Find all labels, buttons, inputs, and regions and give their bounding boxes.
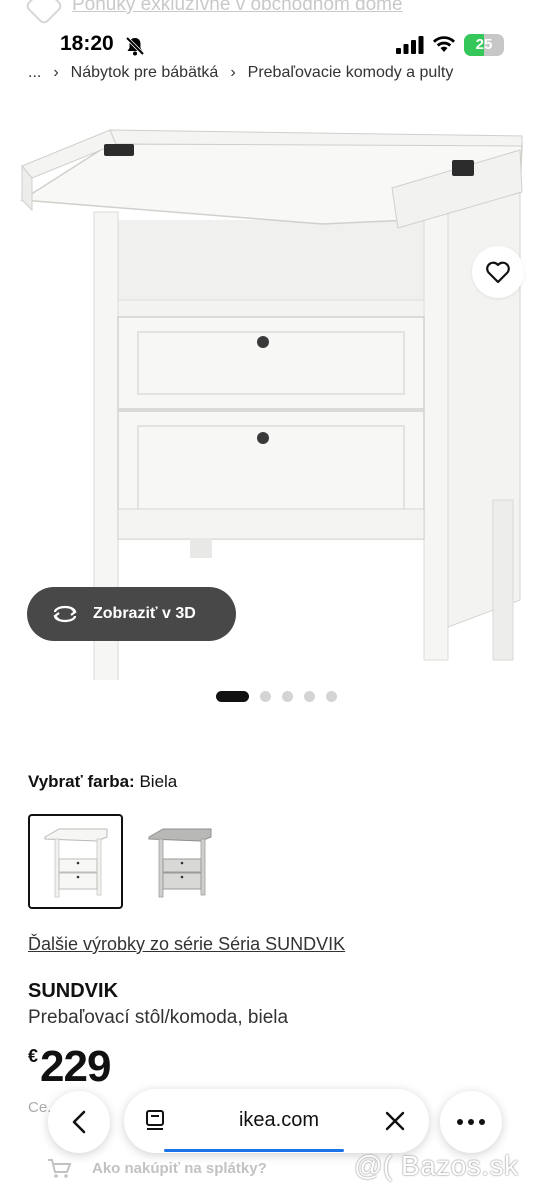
- product-name: SUNDVIK: [28, 980, 119, 1002]
- rotate-3d-icon: [53, 605, 77, 623]
- battery-icon: 25: [464, 34, 504, 56]
- view-in-3d-button[interactable]: Zobraziť v 3D: [27, 587, 236, 641]
- back-icon: [72, 1110, 86, 1134]
- address-bar[interactable]: ikea.com: [124, 1089, 429, 1153]
- carousel-indicator: [216, 690, 348, 702]
- installment-info[interactable]: Ako nakúpiť na splátky?: [46, 1156, 267, 1180]
- view-in-3d-label: Zobraziť v 3D: [93, 605, 196, 622]
- carousel-dot[interactable]: [304, 690, 315, 702]
- tabs-icon[interactable]: [144, 1108, 168, 1134]
- url-text[interactable]: ikea.com: [194, 1109, 364, 1132]
- carousel-dot-active[interactable]: [216, 690, 249, 702]
- back-button[interactable]: [48, 1091, 110, 1153]
- series-link[interactable]: Ďalšie výrobky zo série Séria SUNDVIK: [28, 934, 345, 955]
- carousel-dot[interactable]: [282, 690, 293, 702]
- status-time: 18:20: [60, 32, 114, 55]
- watermark: @( Bazos.sk: [354, 1150, 519, 1181]
- carousel-dot[interactable]: [326, 690, 337, 702]
- cart-icon: [48, 1159, 72, 1178]
- installment-text[interactable]: Ako nakúpiť na splátky?: [92, 1160, 267, 1177]
- close-icon[interactable]: [384, 1110, 406, 1132]
- color-selection: Vybrať farba: Biela: [28, 772, 177, 792]
- color-option-gray[interactable]: [132, 814, 227, 909]
- product-thumbnail-gray: [148, 828, 211, 897]
- color-value: Biela: [139, 772, 178, 791]
- breadcrumb-ellipsis[interactable]: ...: [28, 64, 41, 82]
- breadcrumb: ... › Nábytok pre bábätká › Prebaľovacie…: [28, 60, 453, 86]
- favorite-button[interactable]: [472, 246, 524, 298]
- bell-slash-icon: [125, 36, 145, 56]
- page-load-progress: [164, 1149, 344, 1152]
- price-currency: €: [28, 1046, 39, 1066]
- price-amount: 229: [40, 1042, 111, 1091]
- carousel-dot[interactable]: [260, 690, 271, 702]
- breadcrumb-item-changing-tables[interactable]: Prebaľovacie komody a pulty: [248, 64, 454, 82]
- promo-banner-text[interactable]: Ponuky exkluzívne v obchodnom dome: [72, 0, 403, 16]
- status-bar: 18:20 25: [0, 30, 552, 60]
- wifi-icon: [433, 36, 455, 52]
- chevron-right-icon: ›: [230, 64, 236, 81]
- promo-banner[interactable]: Ponuky exkluzívne v obchodnom dome: [0, 0, 552, 34]
- battery-level: 25: [475, 36, 493, 53]
- chevron-right-icon: ›: [53, 64, 59, 81]
- breadcrumb-item-baby-furniture[interactable]: Nábytok pre bábätká: [71, 64, 219, 82]
- color-option-white[interactable]: [28, 814, 123, 909]
- heart-icon: [486, 261, 510, 284]
- more-menu-button[interactable]: [440, 1091, 502, 1153]
- tag-icon: [24, 0, 64, 26]
- color-label: Vybrať farba:: [28, 772, 135, 791]
- product-description: Prebaľovací stôl/komoda, biela: [28, 1007, 289, 1028]
- more-icon: [457, 1119, 485, 1125]
- product-thumbnail-white: [44, 828, 107, 897]
- signal-icon: [396, 36, 424, 54]
